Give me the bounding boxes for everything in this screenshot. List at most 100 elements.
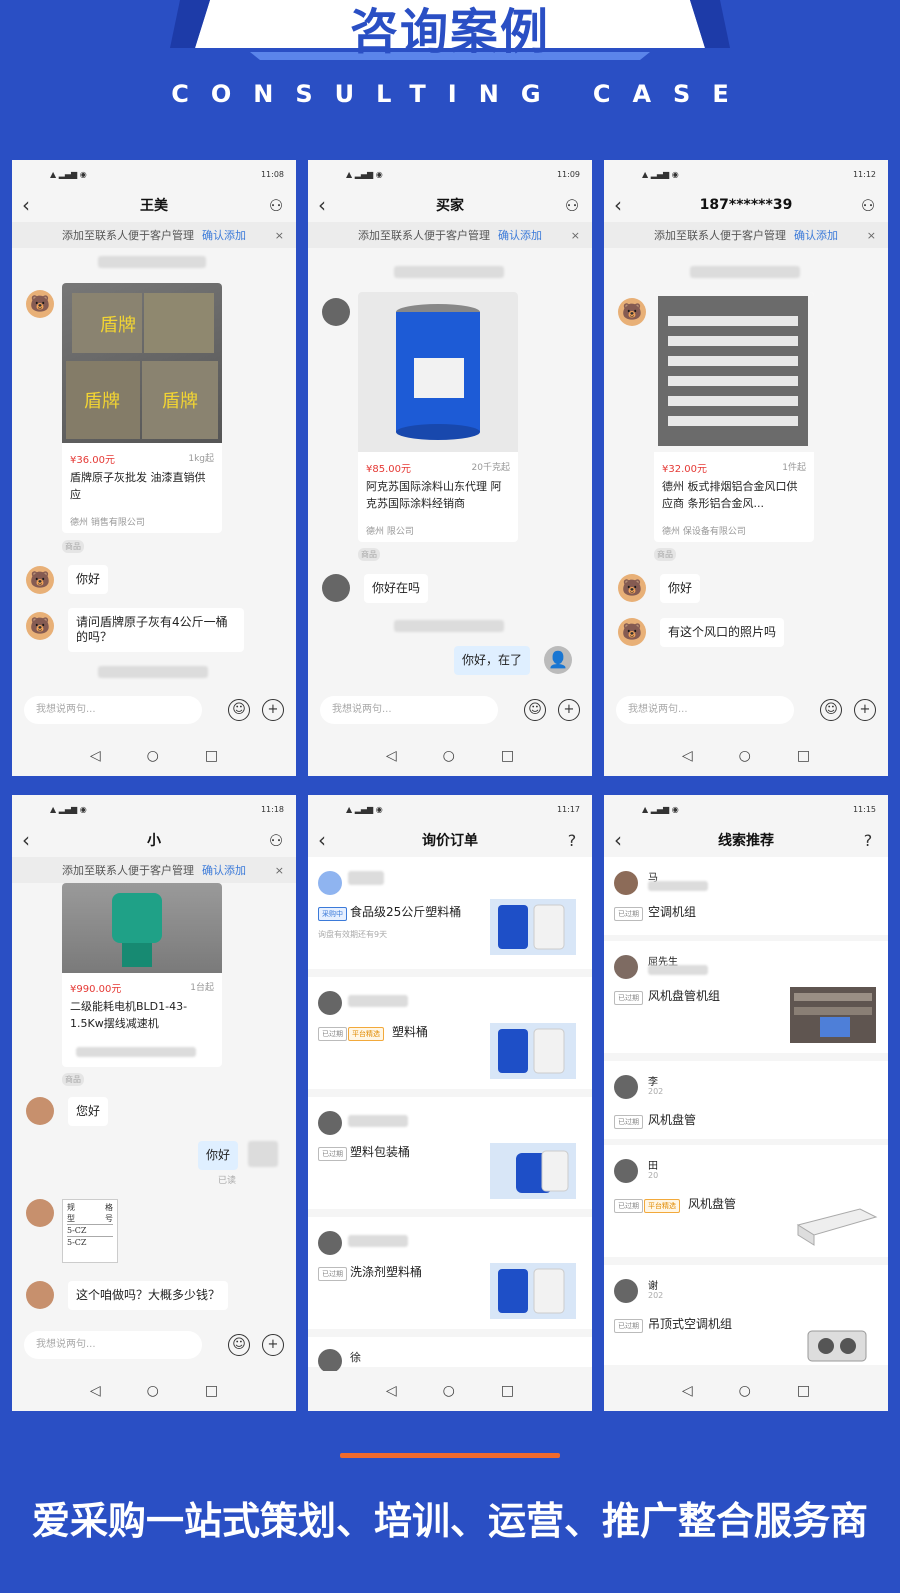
nav-home-icon[interactable]: ○ bbox=[739, 1383, 751, 1399]
person-icon[interactable]: ⚇ bbox=[266, 831, 286, 850]
product-thumbnail bbox=[490, 1023, 576, 1079]
blurred-timestamp bbox=[394, 620, 504, 632]
close-icon[interactable]: × bbox=[275, 229, 284, 242]
contact-notice: 添加至联系人便于客户管理 确认添加 × bbox=[308, 222, 592, 248]
product-price: ¥85.00元 bbox=[366, 464, 411, 475]
item-title: 洗涤剂塑料桶 bbox=[350, 1265, 423, 1279]
nav-back-icon[interactable]: ◁ bbox=[386, 1383, 397, 1399]
back-icon[interactable]: ‹ bbox=[614, 828, 634, 852]
nav-home-icon[interactable]: ○ bbox=[147, 748, 159, 764]
nav-recent-icon[interactable]: □ bbox=[205, 748, 218, 764]
input-bar: 我想说两句... ☺ + bbox=[604, 688, 888, 732]
person-icon[interactable]: ⚇ bbox=[266, 196, 286, 215]
back-icon[interactable]: ‹ bbox=[22, 828, 42, 852]
confirm-add-link[interactable]: 确认添加 bbox=[794, 227, 838, 243]
status-bar: ▲ ▂▄▆ ◉ 11:17 bbox=[308, 795, 592, 823]
product-card[interactable]: ¥32.00元 1件起 德州 板式排烟铝合金风口供应商 条形铝合金风... 德州… bbox=[654, 292, 814, 542]
nav-home-icon[interactable]: ○ bbox=[443, 748, 455, 764]
emoji-icon[interactable]: ☺ bbox=[228, 1334, 250, 1356]
page-header: ‹ 线索推荐 ? bbox=[604, 823, 888, 857]
status-bar: ▲ ▂▄▆ ◉ 11:08 bbox=[12, 160, 296, 188]
list-item[interactable]: 采购中 食品级25公斤塑料桶 询盘有效期还有9天 bbox=[308, 857, 592, 969]
nav-recent-icon[interactable]: □ bbox=[797, 748, 810, 764]
message-bubble: 请问盾牌原子灰有4公斤一桶的吗？ bbox=[68, 608, 244, 652]
person-icon[interactable]: ⚇ bbox=[562, 196, 582, 215]
blurred-avatar bbox=[248, 1141, 278, 1167]
confirm-add-link[interactable]: 确认添加 bbox=[498, 227, 542, 243]
person-icon[interactable]: ⚇ bbox=[858, 196, 878, 215]
chat-title: 王美 bbox=[140, 198, 168, 214]
message-input[interactable]: 我想说两句... bbox=[616, 696, 794, 724]
nav-back-icon[interactable]: ◁ bbox=[90, 748, 101, 764]
emoji-icon[interactable]: ☺ bbox=[228, 699, 250, 721]
phone-screenshot-3: ▲ ▂▄▆ ◉ 11:12 ‹ 187******39 ⚇ 添加至联系人便于客户管… bbox=[604, 160, 888, 776]
nav-home-icon[interactable]: ○ bbox=[739, 748, 751, 764]
help-icon[interactable]: ? bbox=[562, 831, 582, 850]
message-bubble: 你好 bbox=[68, 565, 109, 594]
blue-bucket-image bbox=[396, 304, 480, 440]
emoji-icon[interactable]: ☺ bbox=[524, 699, 546, 721]
confirm-add-link[interactable]: 确认添加 bbox=[202, 862, 246, 878]
blurred-timestamp bbox=[690, 266, 800, 278]
product-card[interactable]: 盾牌 盾牌 盾牌 ¥36.00元 1kg起 盾牌原子灰批发 油漆直销供应 德州 销售… bbox=[62, 283, 222, 533]
nav-recent-icon[interactable]: □ bbox=[797, 1383, 810, 1399]
product-image bbox=[654, 292, 814, 452]
back-icon[interactable]: ‹ bbox=[318, 193, 338, 217]
list-item[interactable]: 谢 202 已过期 吊顶式空调机组 bbox=[604, 1265, 888, 1365]
system-nav: ◁ ○ □ bbox=[12, 1371, 296, 1411]
nav-home-icon[interactable]: ○ bbox=[443, 1383, 455, 1399]
signal-icons: ▲ ▂▄▆ ◉ bbox=[642, 804, 679, 814]
list-item[interactable]: 马 已过期 空调机组 bbox=[604, 857, 888, 935]
nav-back-icon[interactable]: ◁ bbox=[682, 1383, 693, 1399]
status-time: 11:15 bbox=[852, 804, 876, 814]
item-title: 吊顶式空调机组 bbox=[648, 1317, 733, 1331]
back-icon[interactable]: ‹ bbox=[318, 828, 338, 852]
list-item[interactable]: 李 202 已过期 风机盘管 bbox=[604, 1061, 888, 1139]
close-icon[interactable]: × bbox=[275, 864, 284, 877]
confirm-add-link[interactable]: 确认添加 bbox=[202, 227, 246, 243]
plus-icon[interactable]: + bbox=[262, 699, 284, 721]
lead-name: 谢 bbox=[648, 1281, 658, 1292]
list-item[interactable]: 徐 bbox=[308, 1337, 592, 1373]
contact-notice: 添加至联系人便于客户管理 确认添加 × bbox=[12, 857, 296, 883]
message-input[interactable]: 我想说两句... bbox=[24, 696, 202, 724]
plus-icon[interactable]: + bbox=[854, 699, 876, 721]
product-tag: 商品 bbox=[358, 548, 380, 561]
nav-back-icon[interactable]: ◁ bbox=[90, 1383, 101, 1399]
emoji-icon[interactable]: ☺ bbox=[820, 699, 842, 721]
nav-home-icon[interactable]: ○ bbox=[147, 1383, 159, 1399]
status-badge: 已过期 bbox=[614, 1199, 643, 1213]
list-item[interactable]: 已过期 洗涤剂塑料桶 bbox=[308, 1217, 592, 1329]
message-input[interactable]: 我想说两句... bbox=[24, 1331, 202, 1359]
lead-date: 202 bbox=[648, 1087, 664, 1096]
close-icon[interactable]: × bbox=[867, 229, 876, 242]
message-input[interactable]: 我想说两句... bbox=[320, 696, 498, 724]
item-title: 空调机组 bbox=[648, 905, 697, 919]
nav-back-icon[interactable]: ◁ bbox=[682, 748, 693, 764]
plus-icon[interactable]: + bbox=[558, 699, 580, 721]
close-icon[interactable]: × bbox=[571, 229, 580, 242]
nav-recent-icon[interactable]: □ bbox=[501, 748, 514, 764]
inquiry-list: 采购中 食品级25公斤塑料桶 询盘有效期还有9天 已过期 平台精选 塑料桶 已过… bbox=[308, 857, 592, 1373]
product-card[interactable]: ¥85.00元 20千克起 阿克苏国际涂料山东代理 阿克苏国际涂料经销商 德州 … bbox=[358, 292, 518, 542]
status-bar: ▲ ▂▄▆ ◉ 11:18 bbox=[12, 795, 296, 823]
input-bar: 我想说两句... ☺ + bbox=[12, 1323, 296, 1367]
list-item[interactable]: 已过期 平台精选 塑料桶 bbox=[308, 977, 592, 1089]
notice-text: 添加至联系人便于客户管理 bbox=[654, 229, 786, 242]
plus-icon[interactable]: + bbox=[262, 1334, 284, 1356]
signal-icons: ▲ ▂▄▆ ◉ bbox=[50, 804, 87, 814]
list-item[interactable]: 田 20 已过期 平台精选 风机盘管 bbox=[604, 1145, 888, 1257]
nav-recent-icon[interactable]: □ bbox=[501, 1383, 514, 1399]
list-item[interactable]: 已过期 塑料包装桶 bbox=[308, 1097, 592, 1209]
back-icon[interactable]: ‹ bbox=[614, 193, 634, 217]
list-item[interactable]: 屈先生 已过期 风机盘管机组 bbox=[604, 941, 888, 1053]
back-icon[interactable]: ‹ bbox=[22, 193, 42, 217]
product-card[interactable]: ¥990.00元 1台起 二级能耗电机BLD1-43-1.5Kw摆线减速机 bbox=[62, 883, 222, 1067]
system-nav: ◁ ○ □ bbox=[308, 736, 592, 776]
system-nav: ◁ ○ □ bbox=[604, 736, 888, 776]
product-tag: 商品 bbox=[654, 548, 676, 561]
nav-back-icon[interactable]: ◁ bbox=[386, 748, 397, 764]
help-icon[interactable]: ? bbox=[858, 831, 878, 850]
nav-recent-icon[interactable]: □ bbox=[205, 1383, 218, 1399]
message-bubble: 有这个风口的照片吗 bbox=[660, 618, 785, 647]
